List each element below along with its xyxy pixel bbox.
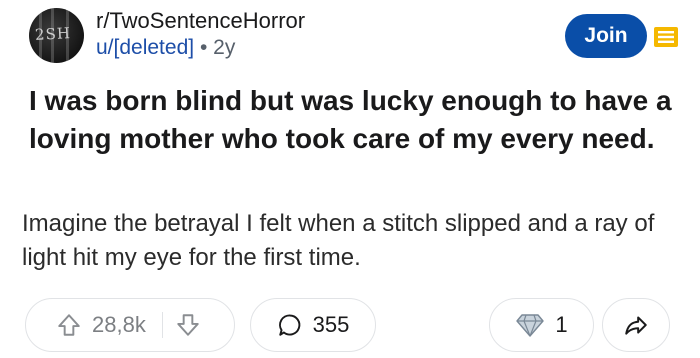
upvote-count: 28,8k — [92, 312, 146, 337]
vote-bar: 28,8k — [25, 298, 235, 352]
comment-count: 355 — [312, 312, 350, 337]
subreddit-name[interactable]: r/TwoSentenceHorror — [96, 8, 305, 34]
menu-icon[interactable] — [654, 27, 678, 47]
avatar-text: 2SH — [34, 24, 72, 44]
post-body: Imagine the betrayal I felt when a stitc… — [22, 210, 655, 271]
join-button[interactable]: Join — [565, 14, 647, 58]
share-button[interactable] — [602, 298, 670, 352]
vote-divider — [161, 312, 164, 338]
meta-separator: • — [199, 36, 208, 59]
award-count: 1 — [555, 312, 568, 337]
award-button[interactable]: 1 — [489, 298, 594, 352]
award-icon — [516, 314, 545, 337]
subreddit-avatar[interactable]: 2SH — [29, 8, 84, 63]
downvote-icon[interactable] — [175, 312, 201, 338]
upvote-icon[interactable] — [56, 312, 82, 338]
post-meta: u/[deleted] • 2y — [96, 36, 235, 60]
author-link[interactable]: u/[deleted] — [96, 36, 194, 59]
share-icon — [625, 316, 647, 335]
comment-icon — [278, 314, 300, 336]
post-title[interactable]: I was born blind but was lucky enough to… — [29, 82, 679, 158]
post-age: 2y — [213, 36, 236, 59]
comments-button[interactable]: 355 — [250, 298, 376, 352]
